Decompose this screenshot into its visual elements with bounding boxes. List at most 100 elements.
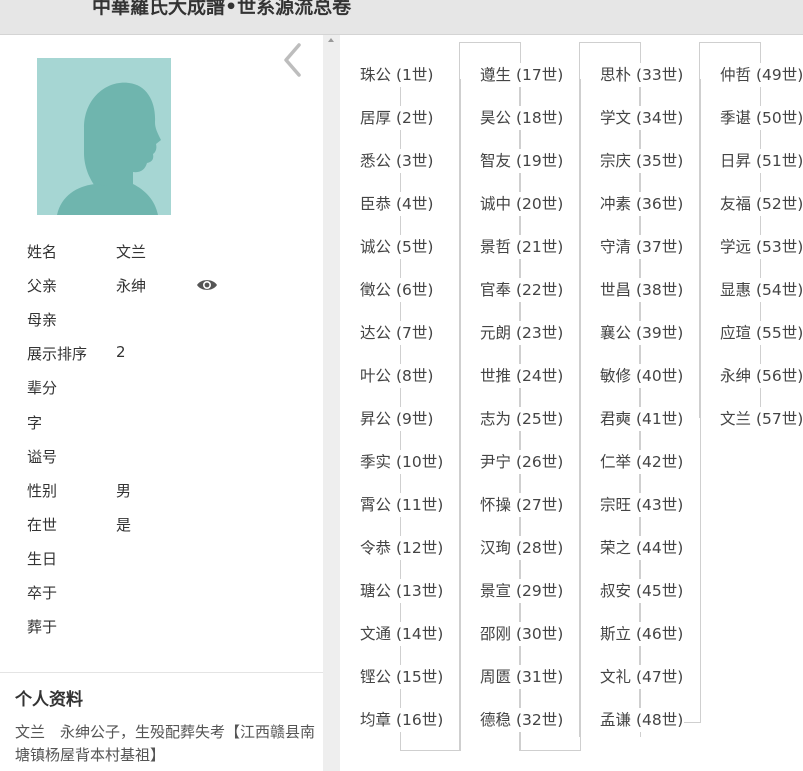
info-row: 字 — [0, 412, 323, 438]
generation-node[interactable]: 徵公 (6世) — [359, 278, 435, 302]
generation-node[interactable]: 均章 (16世) — [359, 708, 445, 732]
info-label: 姓名 — [27, 243, 58, 261]
generation-node[interactable]: 应瑄 (55世) — [719, 321, 803, 345]
generation-node[interactable]: 景宣 (29世) — [479, 579, 565, 603]
generation-label: (3世) — [395, 152, 434, 170]
generation-node[interactable]: 尹宁 (26世) — [479, 450, 565, 474]
generation-node[interactable]: 昇公 (9世) — [359, 407, 435, 431]
info-label: 葬于 — [27, 618, 58, 637]
info-label: 卒于 — [27, 584, 58, 602]
generation-label: (51世) — [755, 152, 803, 170]
generation-node[interactable]: 景哲 (21世) — [479, 235, 565, 259]
generation-node[interactable]: 昊公 (18世) — [479, 106, 565, 130]
generation-node[interactable]: 珠公 (1世) — [359, 63, 435, 87]
generation-name: 臣恭 — [360, 195, 392, 213]
generation-node[interactable]: 汉珣 (28世) — [479, 536, 565, 560]
generation-node[interactable]: 达公 (7世) — [359, 321, 435, 345]
generation-node[interactable]: 友福 (52世) — [719, 192, 803, 216]
scroll-up-arrow-icon[interactable] — [328, 38, 334, 42]
generation-node[interactable]: 令恭 (12世) — [359, 536, 445, 560]
generation-node[interactable]: 悉公 (3世) — [359, 149, 435, 173]
info-label: 性别 — [27, 481, 58, 500]
generation-node[interactable]: 仲哲 (49世) — [719, 63, 803, 87]
generation-label: (29世) — [515, 582, 564, 600]
generation-node[interactable]: 霄公 (11世) — [359, 493, 445, 517]
generation-node[interactable]: 学远 (53世) — [719, 235, 803, 259]
generation-label: (19世) — [515, 152, 564, 170]
generation-node[interactable]: 敏修 (40世) — [599, 364, 685, 388]
generation-name: 昊公 — [480, 109, 512, 127]
generation-name: 敏修 — [600, 367, 632, 385]
info-label: 谥号 — [27, 447, 58, 466]
generation-name: 元朗 — [480, 324, 512, 342]
generation-name: 日昇 — [720, 152, 752, 170]
generation-node[interactable]: 冲素 (36世) — [599, 192, 685, 216]
generation-label: (46世) — [635, 625, 684, 643]
info-label: 在世 — [27, 515, 58, 534]
generation-node[interactable]: 荣之 (44世) — [599, 536, 685, 560]
generation-node[interactable]: 季实 (10世) — [359, 450, 445, 474]
generation-name: 令恭 — [360, 539, 392, 557]
generation-node[interactable]: 居厚 (2世) — [359, 106, 435, 130]
generation-node[interactable]: 永绅 (56世) — [719, 364, 803, 388]
generation-node[interactable]: 智友 (19世) — [479, 149, 565, 173]
generation-name: 宗旺 — [600, 496, 632, 514]
generation-node[interactable]: 瑭公 (13世) — [359, 579, 445, 603]
generation-node[interactable]: 季谌 (50世) — [719, 106, 803, 130]
generation-node[interactable]: 宗庆 (35世) — [599, 149, 685, 173]
generation-node[interactable]: 元朗 (23世) — [479, 321, 565, 345]
generation-node[interactable]: 怀操 (27世) — [479, 493, 565, 517]
generation-label: (31世) — [515, 668, 564, 686]
generation-node[interactable]: 日昇 (51世) — [719, 149, 803, 173]
generation-node[interactable]: 志为 (25世) — [479, 407, 565, 431]
info-row: 母亲 — [0, 309, 323, 335]
back-button[interactable] — [278, 41, 310, 81]
generation-name: 叔安 — [600, 582, 632, 600]
generation-node[interactable]: 襄公 (39世) — [599, 321, 685, 345]
generation-node[interactable]: 思朴 (33世) — [599, 63, 685, 87]
generation-node[interactable]: 显惠 (54世) — [719, 278, 803, 302]
generation-name: 襄公 — [600, 324, 632, 342]
generation-node[interactable]: 斯立 (46世) — [599, 622, 685, 646]
generation-node[interactable]: 叶公 (8世) — [359, 364, 435, 388]
generation-node[interactable]: 仁举 (42世) — [599, 450, 685, 474]
generation-node[interactable]: 学文 (34世) — [599, 106, 685, 130]
generation-node[interactable]: 世昌 (38世) — [599, 278, 685, 302]
generation-node[interactable]: 宗旺 (43世) — [599, 493, 685, 517]
generation-node[interactable]: 世推 (24世) — [479, 364, 565, 388]
generation-node[interactable]: 邵刚 (30世) — [479, 622, 565, 646]
info-label: 展示排序 — [27, 345, 88, 364]
generation-node[interactable]: 君奭 (41世) — [599, 407, 685, 431]
generation-node[interactable]: 文通 (14世) — [359, 622, 445, 646]
generation-name: 汉珣 — [480, 539, 512, 557]
generation-node[interactable]: 德稳 (32世) — [479, 708, 565, 732]
info-value[interactable]: 永绅 — [116, 275, 146, 296]
generation-node[interactable]: 臣恭 (4世) — [359, 192, 435, 216]
info-row: 谥号 — [0, 446, 323, 472]
generation-label: (18世) — [515, 109, 564, 127]
generation-name: 周匮 — [480, 668, 512, 686]
generation-node[interactable]: 诚公 (5世) — [359, 235, 435, 259]
generation-node[interactable]: 诚中 (20世) — [479, 192, 565, 216]
generation-node[interactable]: 叔安 (45世) — [599, 579, 685, 603]
generation-name: 德稳 — [480, 711, 512, 729]
generation-node[interactable]: 守清 (37世) — [599, 235, 685, 259]
generation-node[interactable]: 文礼 (47世) — [599, 665, 685, 689]
page-title: 中華羅氏大成譜•世系源流总卷 — [92, 0, 352, 18]
eye-icon[interactable] — [196, 277, 218, 293]
generation-node[interactable]: 遵生 (17世) — [479, 63, 565, 87]
generation-node[interactable]: 文兰 (57世) — [719, 407, 803, 431]
generation-name: 学远 — [720, 238, 752, 256]
info-label: 母亲 — [27, 311, 58, 330]
generation-node[interactable]: 孟谦 (48世) — [599, 708, 685, 732]
person-silhouette-icon — [57, 82, 161, 215]
info-row: 姓名 文兰 — [0, 241, 323, 267]
generation-label: (42世) — [635, 453, 684, 471]
generation-name: 世昌 — [600, 281, 632, 299]
generation-label: (26世) — [515, 453, 564, 471]
generation-node[interactable]: 周匮 (31世) — [479, 665, 565, 689]
generation-node[interactable]: 铿公 (15世) — [359, 665, 445, 689]
generation-node[interactable]: 官奉 (22世) — [479, 278, 565, 302]
generation-name: 显惠 — [720, 281, 752, 299]
generation-name: 瑭公 — [360, 582, 392, 600]
